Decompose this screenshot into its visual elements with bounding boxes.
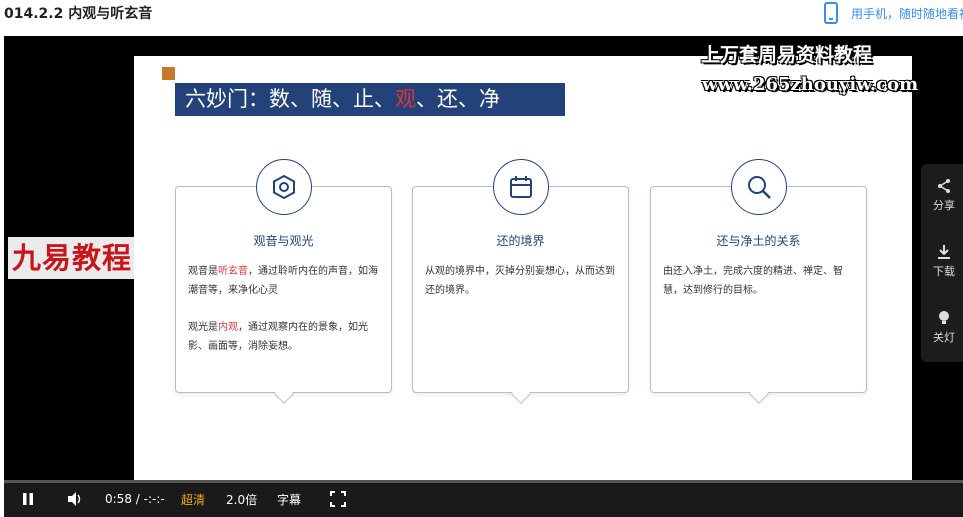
card-icon-circle [731,159,787,215]
download-icon [938,245,950,259]
mobile-watch-text[interactable]: 用手机，随时随地看视频 [851,5,963,22]
time-separator: / [131,492,144,506]
pause-button[interactable] [20,486,36,512]
card-huan-pureland: 还与净土的关系 由还入净土，完成六度的精进、禅定、智慧，达到修行的目标。 [650,159,867,404]
share-label: 分享 [933,199,955,212]
side-panel: 分享 下载 关灯 [921,164,963,362]
card-highlight: 内观 [218,322,238,333]
channel-logo: 九易教程 [8,237,139,279]
time-display: 0:58 / -:-:- [105,486,165,512]
volume-button[interactable] [67,486,83,512]
card-guanyin-guanguang: 观音与观光 观音是听玄音，通过聆听内在的声音，如海潮音等，来净化心灵 观光是内观… [175,159,392,404]
magnifier-icon [748,176,771,199]
volume-icon [68,492,81,506]
card-highlight: 听玄音 [218,266,248,277]
quality-selector[interactable]: 超清 [181,486,205,512]
card-text: 观音是 [188,266,218,277]
card-pointer [749,384,769,404]
card-icon-circle [493,159,549,215]
card-huan-realm: 还的境界 从观的境界中，灭掉分别妄想心，从而达到还的境界。 [412,159,629,404]
time-current: 0:58 [105,492,132,506]
player-controls: 0:58 / -:-:- 超清 2.0倍 字幕 [4,480,963,517]
slide-accent-square [162,67,175,80]
phone-icon [824,2,838,24]
mobile-watch-link[interactable]: 用手机，随时随地看视频 [823,2,963,24]
slide-title: 六妙门：数、随、止、观、还、净 [175,83,565,116]
card-body: 由还入净土，完成六度的精进、禅定、智慧，达到修行的目标。 [663,262,858,300]
video-player[interactable]: 六妙门：数、随、止、观、还、净 观音与观光 观音是听玄音，通过聆听内在的声音，如… [4,36,963,517]
card-icon-circle [256,159,312,215]
download-button[interactable]: 下载 [921,244,963,279]
card-body: 从观的境界中，灭掉分别妄想心，从而达到还的境界。 [425,262,620,300]
card-heading: 观音与观光 [253,234,314,248]
lights-button[interactable]: 关灯 [921,310,963,345]
card-pointer [274,384,294,404]
fullscreen-button[interactable] [330,486,346,512]
pause-icon [23,493,33,505]
page-title: 014.2.2 内观与听玄音 [4,6,153,22]
slide-title-highlight: 观 [395,87,416,111]
lecture-slide: 六妙门：数、随、止、观、还、净 观音与观光 观音是听玄音，通过聆听内在的声音，如… [134,56,912,490]
share-button[interactable]: 分享 [921,178,963,213]
lights-label: 关灯 [933,331,955,344]
watermark-url: www.265zhouyiw.com [702,74,919,95]
fullscreen-icon [330,491,346,507]
watermark-slogan: 上万套周易资料教程 [701,44,873,66]
subtitles-button[interactable]: 字幕 [277,486,301,512]
card-body: 观音是听玄音，通过聆听内在的声音，如海潮音等，来净化心灵 观光是内观，通过观察内… [188,262,383,356]
card-text: 观光是 [188,322,218,333]
card-heading: 还与净土的关系 [716,234,801,248]
time-total: -:-:- [143,492,165,506]
card-paragraph: 观光是内观，通过观察内在的景象，如光影、画面等，消除妄想。 [188,318,383,356]
download-label: 下载 [933,265,955,278]
card-paragraph: 由还入净土，完成六度的精进、禅定、智慧，达到修行的目标。 [663,266,843,296]
card-paragraph: 观音是听玄音，通过聆听内在的声音，如海潮音等，来净化心灵 [188,262,383,300]
card-pointer [511,384,531,404]
slide-title-suffix: 、还、净 [416,87,500,111]
card-paragraph: 从观的境界中，灭掉分别妄想心，从而达到还的境界。 [425,266,615,296]
top-bar: 014.2.2 内观与听玄音 用手机，随时随地看视频 [0,0,963,36]
slide-title-prefix: 六妙门：数、随、止、 [185,87,395,111]
progress-bar[interactable] [4,480,963,483]
hexagon-nut-icon [273,174,295,200]
speed-selector[interactable]: 2.0倍 [226,486,257,512]
share-icon [938,179,950,193]
card-heading: 还的境界 [496,234,545,248]
lightbulb-icon [939,311,949,324]
calendar-icon [510,176,532,198]
